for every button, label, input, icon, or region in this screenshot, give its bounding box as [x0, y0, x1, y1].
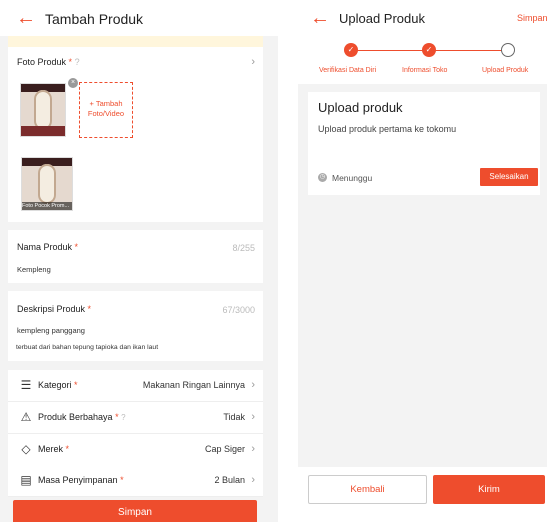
- brand-row[interactable]: ◇ Merek * Cap Siger ›: [8, 434, 263, 466]
- product-description-counter: 67/3000: [222, 305, 255, 315]
- step-label-upload: Upload Produk: [482, 67, 529, 74]
- product-description-field[interactable]: Deskripsi Produk * 67/3000 kempleng pang…: [8, 291, 263, 361]
- upload-product-panel: ← Upload Produk Simpan ✓ ✓ Verifikasi Da…: [298, 0, 547, 522]
- page-title: Tambah Produk: [45, 11, 144, 27]
- add-photo-video-button[interactable]: + Tambah Foto/Video: [79, 82, 133, 138]
- add-photo-label: + Tambah Foto/Video: [87, 99, 125, 118]
- step-connector: [351, 50, 426, 51]
- arrow-left-icon[interactable]: ←: [310, 8, 330, 28]
- product-name-field[interactable]: Nama Produk * 8/255 Kempleng: [8, 230, 263, 283]
- send-button[interactable]: Kirim: [433, 475, 545, 504]
- save-button[interactable]: Simpan: [13, 500, 257, 522]
- required-mark: *: [74, 380, 78, 390]
- page-title: Upload Produk: [339, 11, 425, 26]
- chevron-right-icon: ›: [251, 379, 255, 391]
- finish-button[interactable]: Selesaikan: [480, 168, 538, 186]
- product-name-counter: 8/255: [232, 243, 255, 253]
- category-row[interactable]: ☰ Kategori * Makanan Ringan Lainnya ›: [8, 370, 263, 402]
- back-button[interactable]: Kembali: [308, 475, 427, 504]
- help-icon[interactable]: ?: [75, 57, 80, 67]
- required-mark: *: [65, 444, 70, 454]
- status-text: Menunggu: [332, 173, 373, 183]
- photo-label: Foto Produk: [17, 57, 67, 67]
- warning-icon: ⚠: [20, 410, 32, 424]
- shelf-life-label: Masa Penyimpanan: [38, 475, 118, 485]
- required-mark: *: [87, 304, 92, 314]
- required-mark: *: [120, 475, 124, 485]
- info-banner: [8, 36, 263, 47]
- header: ← Tambah Produk: [0, 0, 278, 36]
- cover-photo-caption: Foto Pocok Prom...: [22, 202, 72, 210]
- required-mark: *: [68, 57, 73, 67]
- calendar-icon: ▤: [20, 473, 32, 487]
- product-description-line-1[interactable]: kempleng panggang: [17, 326, 85, 335]
- step-connector: [435, 50, 505, 51]
- save-link[interactable]: Simpan: [517, 13, 547, 23]
- cover-photo-image: [38, 164, 56, 204]
- chevron-right-icon: ›: [251, 474, 255, 486]
- card-subtitle: Upload produk pertama ke tokomu: [318, 124, 457, 134]
- required-mark: *: [74, 242, 79, 252]
- remove-photo-icon[interactable]: ×: [68, 78, 78, 88]
- upload-task-card: Upload produk Upload produk pertama ke t…: [308, 92, 540, 195]
- shelf-life-row[interactable]: ▤ Masa Penyimpanan * 2 Bulan ›: [8, 465, 263, 497]
- bottom-bar: Kembali Kirim: [298, 467, 547, 522]
- photo-section: Foto Produk * ? › × + Tambah Foto/Video …: [8, 47, 263, 222]
- check-icon: ✓: [344, 43, 358, 57]
- product-description-label: Deskripsi Produk: [17, 304, 86, 314]
- header: ← Upload Produk Simpan ✓ ✓ Verifikasi Da…: [298, 0, 547, 84]
- category-value: Makanan Ringan Lainnya: [142, 380, 245, 390]
- clock-icon: ◷: [318, 173, 327, 182]
- brand-label: Merek: [38, 444, 64, 454]
- add-product-panel: ← Tambah Produk Foto Produk * ? › × + Ta…: [0, 0, 278, 522]
- step-label-verification: Verifikasi Data Diri: [319, 67, 377, 74]
- chevron-right-icon[interactable]: ›: [251, 56, 255, 68]
- dangerous-product-row[interactable]: ⚠ Produk Berbahaya * ? Tidak ›: [8, 402, 263, 434]
- required-mark: *: [115, 412, 119, 422]
- chevron-right-icon: ›: [251, 411, 255, 423]
- brand-value: Cap Siger: [204, 444, 245, 454]
- category-label: Kategori: [38, 380, 72, 390]
- product-name-value[interactable]: Kempleng: [17, 265, 51, 274]
- product-description-line-2[interactable]: terbuat dari bahan tepung tapioka dan ik…: [16, 344, 158, 351]
- circle-icon: [501, 43, 515, 57]
- product-photo-thumbnail[interactable]: [20, 83, 66, 137]
- arrow-left-icon[interactable]: ←: [16, 8, 36, 28]
- card-title: Upload produk: [318, 100, 403, 115]
- dangerous-product-label: Produk Berbahaya: [38, 412, 113, 422]
- product-name-label: Nama Produk: [17, 242, 73, 252]
- shelf-life-value: 2 Bulan: [214, 475, 245, 485]
- product-photo-image: [34, 90, 52, 130]
- step-label-store-info: Informasi Toko: [402, 67, 448, 74]
- dangerous-product-value: Tidak: [223, 412, 245, 422]
- help-icon[interactable]: ?: [121, 413, 125, 422]
- chevron-right-icon: ›: [251, 443, 255, 455]
- list-icon: ☰: [20, 378, 32, 392]
- check-icon: ✓: [422, 43, 436, 57]
- cover-photo-thumbnail[interactable]: Foto Pocok Prom...: [21, 157, 73, 211]
- diamond-icon: ◇: [21, 442, 31, 456]
